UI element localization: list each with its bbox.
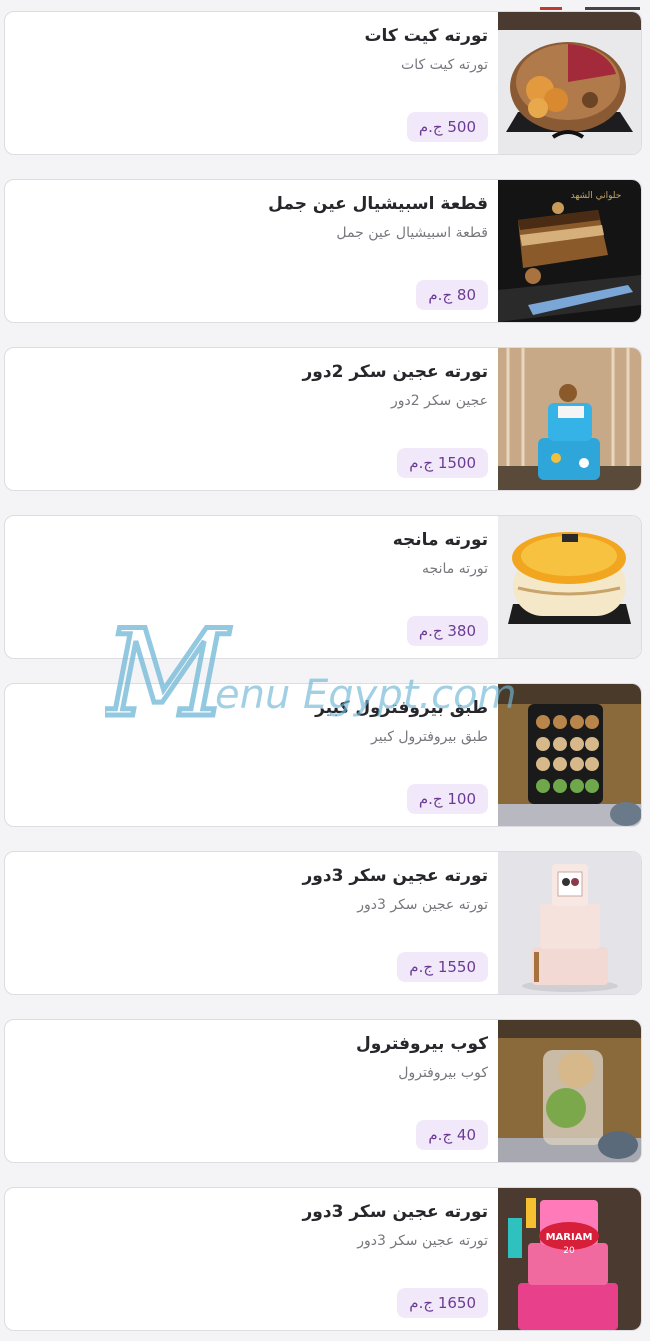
item-title: تورته عجين سكر 3دور bbox=[302, 866, 488, 886]
menu-item-card[interactable]: تورته عجين سكر 2دور عجين سكر 2دور 1500 ج… bbox=[4, 347, 642, 491]
item-title: كوب بيروفترول bbox=[356, 1034, 488, 1054]
item-title: طبق بيروفترول كبير bbox=[315, 698, 488, 718]
menu-item-card[interactable]: تورته عجين سكر 3دور تورته عجين سكر 3دور … bbox=[4, 851, 642, 995]
item-title: تورته كيت كات bbox=[364, 26, 488, 46]
walnut-brand-label: حلواني الشهد bbox=[571, 191, 622, 201]
item-description: طبق بيروفترول كبير bbox=[371, 729, 488, 745]
menu-item-card[interactable]: تورته كيت كات تورته كيت كات 500 ج.م bbox=[4, 11, 642, 155]
item-price-badge: 100 ج.م bbox=[406, 784, 488, 814]
item-price-badge: 1650 ج.م bbox=[397, 1288, 488, 1318]
menu-item-card[interactable]: تورته مانجه تورته مانجه 380 ج.م bbox=[4, 515, 642, 659]
menu-item-card[interactable]: طبق بيروفترول كبير طبق بيروفترول كبير 10… bbox=[4, 683, 642, 827]
item-description: تورته عجين سكر 3دور bbox=[357, 897, 488, 913]
item-description: كوب بيروفترول bbox=[398, 1065, 488, 1081]
item-price-badge: 1550 ج.م bbox=[397, 952, 488, 982]
item-description: تورته مانجه bbox=[422, 561, 488, 577]
item-description: قطعة اسبيشيال عين جمل bbox=[336, 225, 488, 241]
item-photo-fondant-2tier[interactable] bbox=[498, 348, 641, 490]
item-title: تورته عجين سكر 3دور bbox=[302, 1202, 488, 1222]
item-photo-walnut-slice[interactable]: حلواني الشهد bbox=[498, 180, 641, 322]
item-price-badge: 500 ج.م bbox=[406, 112, 488, 142]
top-scroll-edge bbox=[500, 0, 650, 10]
item-price-badge: 80 ج.م bbox=[416, 280, 488, 310]
item-title: تورته مانجه bbox=[392, 530, 488, 550]
item-price-badge: 380 ج.م bbox=[406, 616, 488, 646]
menu-item-card[interactable]: تورته عجين سكر 3دور تورته عجين سكر 3دور … bbox=[4, 1187, 642, 1331]
item-price-badge: 40 ج.م bbox=[416, 1120, 488, 1150]
item-photo-profiterole-plate[interactable] bbox=[498, 684, 641, 826]
menu-item-card[interactable]: قطعة اسبيشيال عين جمل قطعة اسبيشيال عين … bbox=[4, 179, 642, 323]
item-price-badge: 1500 ج.م bbox=[397, 448, 488, 478]
item-description: عجين سكر 2دور bbox=[390, 393, 488, 409]
item-photo-fondant-3tier-pink[interactable]: MARIAM 20 bbox=[498, 1188, 641, 1330]
item-photo-kitkat-cake[interactable] bbox=[498, 12, 641, 154]
cake-name-label: MARIAM bbox=[546, 1232, 593, 1243]
menu-item-card[interactable]: كوب بيروفترول كوب بيروفترول 40 ج.م bbox=[4, 1019, 642, 1163]
item-photo-mango-cake[interactable] bbox=[498, 516, 641, 658]
cake-age-label: 20 bbox=[563, 1246, 575, 1256]
item-title: تورته عجين سكر 2دور bbox=[302, 362, 488, 382]
item-description: تورته كيت كات bbox=[401, 57, 488, 73]
item-title: قطعة اسبيشيال عين جمل bbox=[268, 194, 488, 214]
item-description: تورته عجين سكر 3دور bbox=[357, 1233, 488, 1249]
item-photo-profiterole-cup[interactable] bbox=[498, 1020, 641, 1162]
item-photo-fondant-3tier-white[interactable] bbox=[498, 852, 641, 994]
